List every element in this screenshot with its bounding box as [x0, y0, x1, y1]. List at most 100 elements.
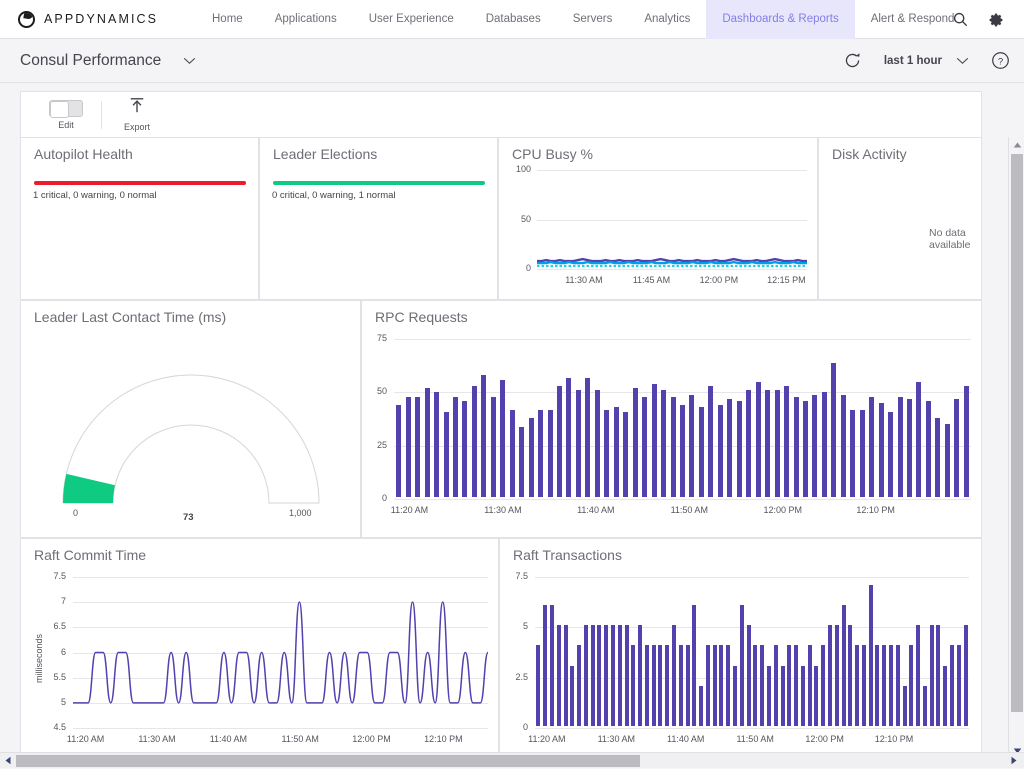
chart-bar [672, 625, 676, 726]
chart-bar [775, 390, 780, 497]
widget-title: Leader Elections [273, 146, 377, 162]
chart-bar [787, 645, 791, 726]
widget-title: Raft Transactions [513, 547, 622, 563]
chart-bar [529, 418, 534, 497]
dashboard-title-bar: Consul Performance last 1 hour ? [0, 39, 1024, 83]
widget-title: RPC Requests [375, 309, 468, 325]
x-axis-tick: 11:20 AM [60, 734, 112, 744]
chart-bar [614, 407, 619, 497]
chart-bar [665, 645, 669, 726]
widget-leader-elections: Leader Elections 0 critical, 0 warning, 1… [259, 137, 498, 300]
refresh-icon[interactable] [843, 51, 862, 70]
series-line [537, 259, 807, 261]
chart-bar [733, 666, 737, 726]
help-circle-icon[interactable]: ? [991, 51, 1010, 70]
chart-bar [713, 645, 717, 726]
autopilot-health-bar [34, 181, 246, 185]
nav-item-dashboards-reports[interactable]: Dashboards & Reports [706, 0, 854, 39]
chart-bar [964, 386, 969, 497]
vertical-scrollbar-thumb[interactable] [1011, 154, 1023, 712]
y-axis-tick: 50 [362, 386, 387, 396]
chart-bar [898, 397, 903, 497]
triangle-left-icon[interactable] [0, 753, 16, 769]
chart-bar [680, 405, 685, 497]
x-axis-tick: 11:40 AM [202, 734, 254, 744]
chart-bar [822, 392, 827, 497]
widget-autopilot-health: Autopilot Health1 critical, 0 warning, 0… [20, 137, 259, 300]
gear-icon[interactable] [988, 12, 1004, 28]
chart-bar [576, 390, 581, 497]
x-axis-tick: 11:20 AM [384, 505, 434, 515]
x-axis-tick: 11:40 AM [571, 505, 621, 515]
chart-bar [726, 645, 730, 726]
chart-bar [835, 625, 839, 726]
chart-bar [747, 625, 751, 726]
nav-item-user-experience[interactable]: User Experience [353, 0, 470, 39]
chart-bar [882, 645, 886, 726]
nav-item-home[interactable]: Home [196, 0, 259, 39]
chart-bar [623, 412, 628, 497]
widget-leader-last-contact-time: Leader Last Contact Time (ms)01,00073 [20, 300, 361, 538]
chart-bar [462, 401, 467, 497]
time-range-selector[interactable]: last 1 hour [884, 52, 969, 70]
toolbar-strip: Edit Export [0, 83, 1024, 137]
chart-bar [954, 399, 959, 497]
chart-bar [652, 384, 657, 497]
chart-bar [550, 605, 554, 726]
nav-item-analytics[interactable]: Analytics [628, 0, 706, 39]
chart-bar [957, 645, 961, 726]
y-axis-tick: 75 [362, 333, 387, 343]
chart-bar [577, 645, 581, 726]
chart-bar [699, 686, 703, 726]
chevron-down-icon[interactable] [183, 57, 196, 65]
x-axis-tick: 11:45 AM [628, 275, 674, 285]
chart-bar [625, 625, 629, 726]
chart-bar [491, 397, 496, 497]
horizontal-scrollbar[interactable] [0, 752, 1024, 768]
x-axis-tick: 11:40 AM [661, 734, 711, 744]
chart-bar [519, 427, 524, 497]
chart-bar [548, 410, 553, 497]
page-title: Consul Performance [0, 52, 161, 70]
chart-bar [472, 386, 477, 497]
nav-item-applications[interactable]: Applications [259, 0, 353, 39]
chart-bar [888, 412, 893, 497]
edit-toggle[interactable]: Edit [35, 100, 97, 130]
x-axis-tick: 12:15 PM [763, 275, 809, 285]
chart-bar [415, 397, 420, 497]
chart-bar [964, 625, 968, 726]
y-axis-tick: 7.5 [500, 571, 528, 581]
top-navigation-bar: APPDYNAMICS HomeApplicationsUser Experie… [0, 0, 1024, 39]
nav-right-actions [953, 0, 1012, 39]
appdynamics-logo[interactable]: APPDYNAMICS [0, 11, 196, 28]
chart-bar [444, 412, 449, 497]
y-axis-tick: 0 [362, 493, 387, 503]
chart-bar [746, 390, 751, 497]
chart-bar [841, 395, 846, 497]
x-axis-tick: 11:50 AM [664, 505, 714, 515]
horizontal-scrollbar-thumb[interactable] [16, 755, 640, 767]
chart-bar [425, 388, 430, 497]
chart-bar [658, 645, 662, 726]
triangle-right-icon[interactable] [1006, 753, 1022, 769]
export-button[interactable]: Export [106, 97, 168, 132]
nav-item-databases[interactable]: Databases [470, 0, 557, 39]
chart-bar [842, 605, 846, 726]
chart-bar [794, 645, 798, 726]
vertical-scrollbar[interactable] [1008, 137, 1024, 765]
chart-bar [801, 666, 805, 726]
chart-bar [538, 410, 543, 497]
chart-bar [907, 399, 912, 497]
gauge-value-arc [63, 474, 115, 503]
triangle-up-icon[interactable] [1009, 137, 1024, 153]
chart-bar [652, 645, 656, 726]
chart-bar [896, 645, 900, 726]
leader-elections-status: 0 critical, 0 warning, 1 normal [272, 190, 396, 201]
chart-bar [510, 410, 515, 497]
nav-item-servers[interactable]: Servers [557, 0, 629, 39]
search-icon[interactable] [953, 12, 968, 27]
widget-title: Autopilot Health [34, 146, 133, 162]
edit-switch-track[interactable] [49, 100, 83, 117]
chart-bar [765, 390, 770, 497]
chart-bar [855, 645, 859, 726]
